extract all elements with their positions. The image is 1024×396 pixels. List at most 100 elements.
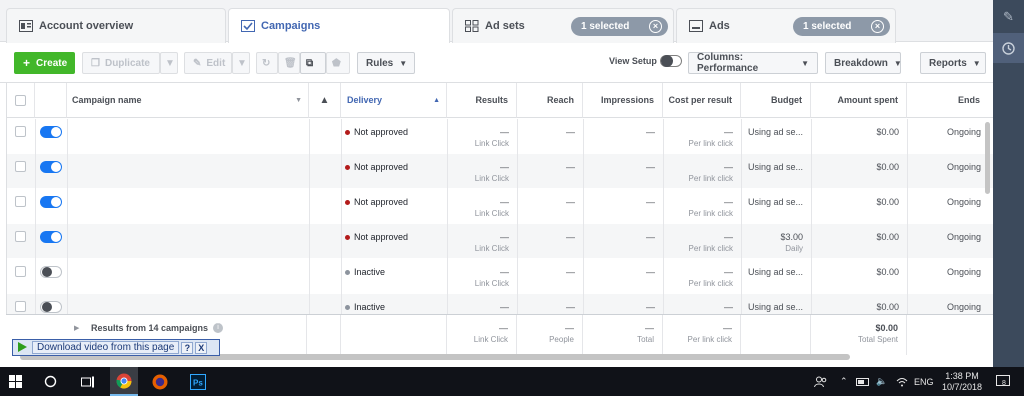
ab-test-button[interactable]: ↻	[256, 52, 278, 74]
tab-ad-sets[interactable]: Ad sets 1 selected ×	[452, 8, 674, 43]
header-amount-spent[interactable]: Amount spent	[811, 83, 907, 118]
table-row[interactable]: Not approved — Link Click — — — Per link click…	[7, 154, 993, 189]
selected-pill[interactable]: 1 selected ×	[571, 17, 668, 36]
table-row[interactable]: Not approved — Link Click — — — Per link click…	[7, 189, 993, 224]
columns-button[interactable]: Columns: Performance ▼	[688, 52, 818, 74]
firefox-icon[interactable]	[146, 367, 174, 396]
clear-selection-icon[interactable]: ×	[649, 20, 662, 33]
tab-label: Account overview	[39, 20, 134, 32]
campaign-name-cell[interactable]	[67, 259, 309, 294]
campaign-name-cell[interactable]	[67, 189, 309, 224]
view-setup-toggle[interactable]	[660, 55, 682, 67]
header-reach[interactable]: Reach	[517, 83, 583, 118]
selected-pill[interactable]: 1 selected ×	[793, 17, 890, 36]
row-checkbox[interactable]	[15, 301, 26, 312]
wifi-icon[interactable]	[896, 367, 908, 396]
edit-button[interactable]: ✎ Edit	[184, 52, 232, 74]
clock-icon[interactable]	[993, 33, 1024, 63]
warning-icon: ▲	[319, 94, 330, 106]
language-indicator[interactable]: ENG	[914, 367, 934, 396]
header-label: Delivery	[347, 95, 383, 105]
cell-results: —	[500, 197, 509, 207]
info-icon[interactable]: i	[213, 323, 223, 333]
summary-spent-sub: Total Spent	[857, 335, 898, 344]
header-label: Budget	[771, 95, 802, 105]
header-delivery[interactable]: Delivery ▲	[341, 83, 447, 118]
download-video-label[interactable]: Download video from this page	[32, 341, 180, 354]
people-icon[interactable]	[814, 367, 827, 396]
tab-account-overview[interactable]: Account overview	[6, 8, 226, 43]
tab-ads[interactable]: Ads 1 selected ×	[676, 8, 896, 43]
tag-button[interactable]: ⬟	[326, 52, 350, 74]
preview-button[interactable]: ⧉	[300, 52, 326, 74]
create-button[interactable]: + Create	[14, 52, 75, 74]
chrome-icon[interactable]	[110, 367, 138, 396]
campaign-name-cell[interactable]	[67, 154, 309, 189]
clock[interactable]: 1:38 PM 10/7/2018	[942, 367, 982, 396]
campaign-toggle[interactable]	[40, 301, 62, 313]
duplicate-dropdown[interactable]: ▼	[160, 52, 178, 74]
search-icon[interactable]	[36, 367, 64, 396]
row-checkbox[interactable]	[15, 231, 26, 242]
selected-count: 1 selected	[803, 21, 852, 32]
vertical-scrollbar[interactable]	[985, 122, 990, 194]
delivery-label: Not approved	[354, 232, 409, 242]
delete-button[interactable]: 🗑	[278, 52, 300, 74]
pencil-icon[interactable]: ✎	[993, 2, 1024, 32]
cell-results-sub: Link Click	[474, 244, 509, 253]
volume-icon[interactable]: 🔈	[876, 367, 887, 396]
row-checkbox[interactable]	[15, 161, 26, 172]
windows-start-icon[interactable]	[0, 367, 30, 396]
campaign-name-cell[interactable]	[67, 119, 309, 154]
duplicate-button[interactable]: ❐ Duplicate	[82, 52, 160, 74]
table-row[interactable]: Not approved — Link Click — — — Per link click…	[7, 224, 993, 259]
cell-impressions: —	[646, 197, 655, 207]
select-all-checkbox[interactable]	[15, 95, 26, 106]
cell-cpr: —	[724, 127, 733, 137]
campaign-toggle[interactable]	[40, 161, 62, 173]
plus-icon: +	[23, 56, 31, 70]
campaign-toggle[interactable]	[40, 231, 62, 243]
close-icon[interactable]: X	[195, 341, 208, 354]
notifications-icon[interactable]: 8	[992, 367, 1014, 396]
cell-cpr: —	[724, 267, 733, 277]
row-checkbox[interactable]	[15, 126, 26, 137]
photoshop-icon[interactable]: Ps	[184, 367, 212, 396]
cell-reach: —	[566, 302, 575, 312]
campaign-toggle[interactable]	[40, 266, 62, 278]
ads-icon	[689, 20, 703, 32]
edit-dropdown[interactable]: ▼	[232, 52, 250, 74]
header-impressions[interactable]: Impressions	[583, 83, 663, 118]
row-checkbox[interactable]	[15, 196, 26, 207]
chevron-right-icon[interactable]: ▶	[74, 324, 79, 332]
table-row[interactable]: Not approved — Link Click — — — Per link click…	[7, 119, 993, 154]
tab-label: Ads	[709, 20, 730, 32]
cell-budget-sub: Daily	[785, 244, 803, 253]
battery-icon[interactable]	[856, 367, 870, 396]
header-campaign-name[interactable]: Campaign name ▼	[67, 83, 309, 118]
header-label: Impressions	[600, 95, 654, 105]
header-warning[interactable]: ▲	[309, 83, 341, 118]
breakdown-button[interactable]: Breakdown ▼	[825, 52, 902, 74]
header-ends[interactable]: Ends	[907, 83, 993, 118]
header-budget[interactable]: Budget	[741, 83, 811, 118]
task-view-icon[interactable]	[74, 367, 102, 396]
table-row[interactable]: Inactive — Link Click — — — Per link click Usin…	[7, 259, 993, 294]
rules-button[interactable]: Rules ▼	[357, 52, 415, 74]
campaign-name-cell[interactable]	[67, 224, 309, 259]
chevron-up-icon[interactable]: ⌃	[840, 367, 848, 396]
trash-icon: 🗑	[284, 57, 297, 69]
header-results[interactable]: Results	[447, 83, 517, 118]
reports-button[interactable]: Reports ▼	[920, 52, 986, 74]
chevron-down-icon: ▼	[399, 58, 408, 68]
header-cost-per-result[interactable]: Cost per result	[663, 83, 741, 118]
summary-cpr-sub: Per link click	[687, 335, 732, 344]
campaign-toggle[interactable]	[40, 126, 62, 138]
clear-selection-icon[interactable]: ×	[871, 20, 884, 33]
tab-campaigns[interactable]: Campaigns	[228, 8, 450, 43]
rules-label: Rules	[366, 57, 394, 69]
row-checkbox[interactable]	[15, 266, 26, 277]
download-video-bar[interactable]: Download video from this page ? X	[12, 339, 220, 356]
campaign-toggle[interactable]	[40, 196, 62, 208]
help-icon[interactable]: ?	[181, 341, 194, 354]
